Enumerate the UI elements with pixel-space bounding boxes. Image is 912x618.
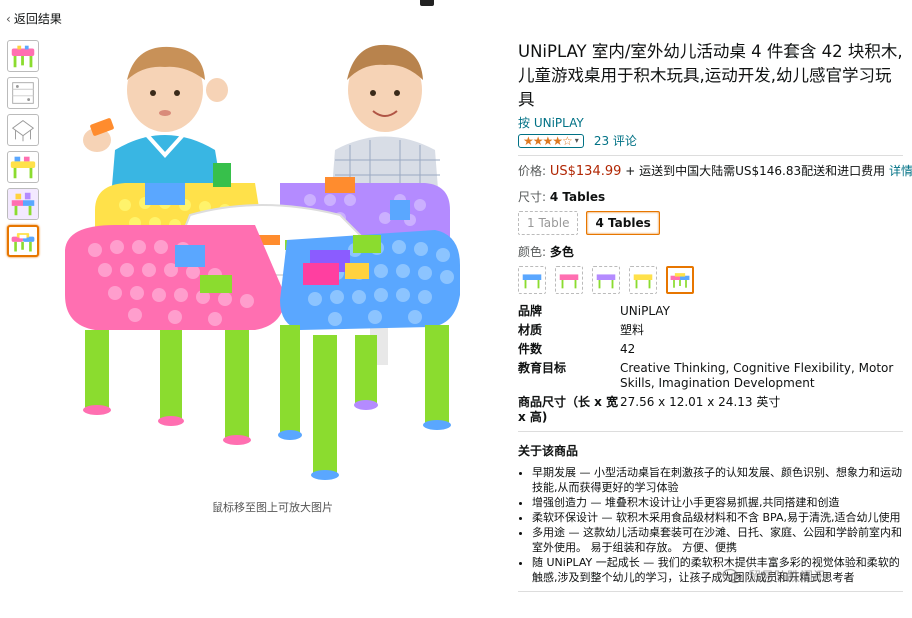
- watermark: 贸易防跌闻讯: [722, 566, 826, 585]
- spec-key: 商品尺寸（长 x 宽 x 高): [518, 395, 619, 424]
- spec-row: 品牌 UNiPLAY: [518, 304, 908, 319]
- details-link[interactable]: 详情: [889, 164, 912, 178]
- color-options: [518, 266, 903, 294]
- size-label: 尺寸:: [518, 190, 547, 204]
- main-product-image[interactable]: [55, 35, 485, 495]
- about-heading: 关于该商品: [518, 444, 579, 458]
- spec-row: 教育目标 Creative Thinking, Cognitive Flexib…: [518, 361, 908, 391]
- feature-bullets: 早期发展 — 小型活动桌旨在刺激孩子的认知发展、颜色识别、想象力和运动技能,从而…: [518, 465, 903, 585]
- spec-row: 件数 42: [518, 342, 908, 357]
- spec-value: Creative Thinking, Cognitive Flexibility…: [620, 361, 894, 390]
- size-option-4-tables[interactable]: 4 Tables: [586, 211, 660, 235]
- thumbnail-4[interactable]: [7, 151, 39, 183]
- thumbnail-strip: [7, 40, 41, 262]
- spec-value: 42: [620, 342, 636, 356]
- back-label: 返回结果: [13, 12, 62, 26]
- size-label-row: 尺寸: 4 Tables: [518, 188, 903, 205]
- zoom-hint: 鼠标移至图上可放大图片: [212, 501, 333, 514]
- price-row: 价格: US$134.99 + 运送到中国大陆需US$146.83配送和进口费用…: [518, 162, 912, 179]
- color-swatch-4[interactable]: [629, 266, 657, 294]
- thumbnail-5[interactable]: [7, 188, 39, 220]
- size-option-1-table[interactable]: 1 Table: [518, 211, 579, 235]
- spec-table: 品牌 UNiPLAY 材质 塑料 件数 42 教育目标 Creative Thi…: [518, 304, 908, 425]
- spec-key: 材质: [518, 323, 543, 337]
- color-swatch-1[interactable]: [518, 266, 546, 294]
- stars-icon: ★★★★☆: [523, 133, 573, 148]
- star-rating[interactable]: ★★★★☆ ▾: [518, 133, 584, 148]
- color-label-row: 颜色: 多色: [518, 243, 903, 260]
- back-to-results-link[interactable]: ‹ 返回结果: [6, 10, 62, 27]
- review-count-link[interactable]: 23 评论: [594, 132, 637, 149]
- feature-bullet: 多用途 — 这款幼儿活动桌套装可在沙滩、日托、家庭、公园和学龄前室内和室外使用。…: [532, 525, 903, 555]
- chevron-left-icon: ‹: [6, 11, 11, 26]
- price-label: 价格:: [518, 164, 547, 178]
- spec-key: 件数: [518, 342, 543, 356]
- spec-value: UNiPLAY: [620, 304, 670, 318]
- feature-bullet: 柔软环保设计 — 软积木采用食品级材料和不含 BPA,易于清洗,适合幼儿使用: [532, 510, 903, 525]
- spec-value: 27.56 x 12.01 x 24.13 英寸: [620, 395, 781, 409]
- shipping-detail: + 运送到中国大陆需US$146.83配送和进口费用: [625, 164, 886, 178]
- feature-bullet: 早期发展 — 小型活动桌旨在刺激孩子的认知发展、颜色识别、想象力和运动技能,从而…: [532, 465, 903, 495]
- feature-bullet: 随 UNiPLAY 一起成长 — 我们的柔软积木提供丰富多彩的视觉体验和柔软的触…: [532, 555, 903, 585]
- brand-link[interactable]: 按 UNiPLAY: [518, 114, 903, 131]
- divider: [518, 431, 903, 432]
- color-label: 颜色:: [518, 245, 547, 259]
- color-selected: 多色: [549, 245, 574, 259]
- spec-row: 商品尺寸（长 x 宽 x 高) 27.56 x 12.01 x 24.13 英寸: [518, 395, 908, 425]
- rating-row: ★★★★☆ ▾ 23 评论: [518, 132, 903, 149]
- top-marker: [420, 0, 434, 6]
- thumbnail-1[interactable]: [7, 40, 39, 72]
- watermark-text: 贸易防跌闻讯: [748, 570, 827, 585]
- spec-key: 教育目标: [518, 361, 567, 375]
- color-swatch-2[interactable]: [555, 266, 583, 294]
- chevron-down-icon: ▾: [574, 136, 579, 145]
- thumbnail-6-active[interactable]: [7, 225, 39, 257]
- thumbnail-2[interactable]: [7, 77, 39, 109]
- spec-value: 塑料: [620, 323, 645, 337]
- size-options: 1 Table 4 Tables: [518, 211, 903, 235]
- color-swatch-multicolor[interactable]: [666, 266, 694, 294]
- divider: [518, 155, 903, 156]
- divider: [518, 591, 903, 592]
- spec-key: 品牌: [518, 304, 543, 318]
- feature-bullet: 增强创造力 — 堆叠积木设计让小手更容易抓握,共同搭建和创造: [532, 495, 903, 510]
- wechat-icon: [722, 568, 742, 583]
- color-swatch-3[interactable]: [592, 266, 620, 294]
- spec-row: 材质 塑料: [518, 323, 908, 338]
- thumbnail-3[interactable]: [7, 114, 39, 146]
- size-selected: 4 Tables: [549, 190, 606, 204]
- product-title: UNiPLAY 室内/室外幼儿活动桌 4 件套含 42 块积木,儿童游戏桌用于积…: [518, 42, 903, 109]
- product-info-panel: UNiPLAY 室内/室外幼儿活动桌 4 件套含 42 块积木,儿童游戏桌用于积…: [518, 40, 912, 598]
- price-value: US$134.99: [549, 164, 622, 179]
